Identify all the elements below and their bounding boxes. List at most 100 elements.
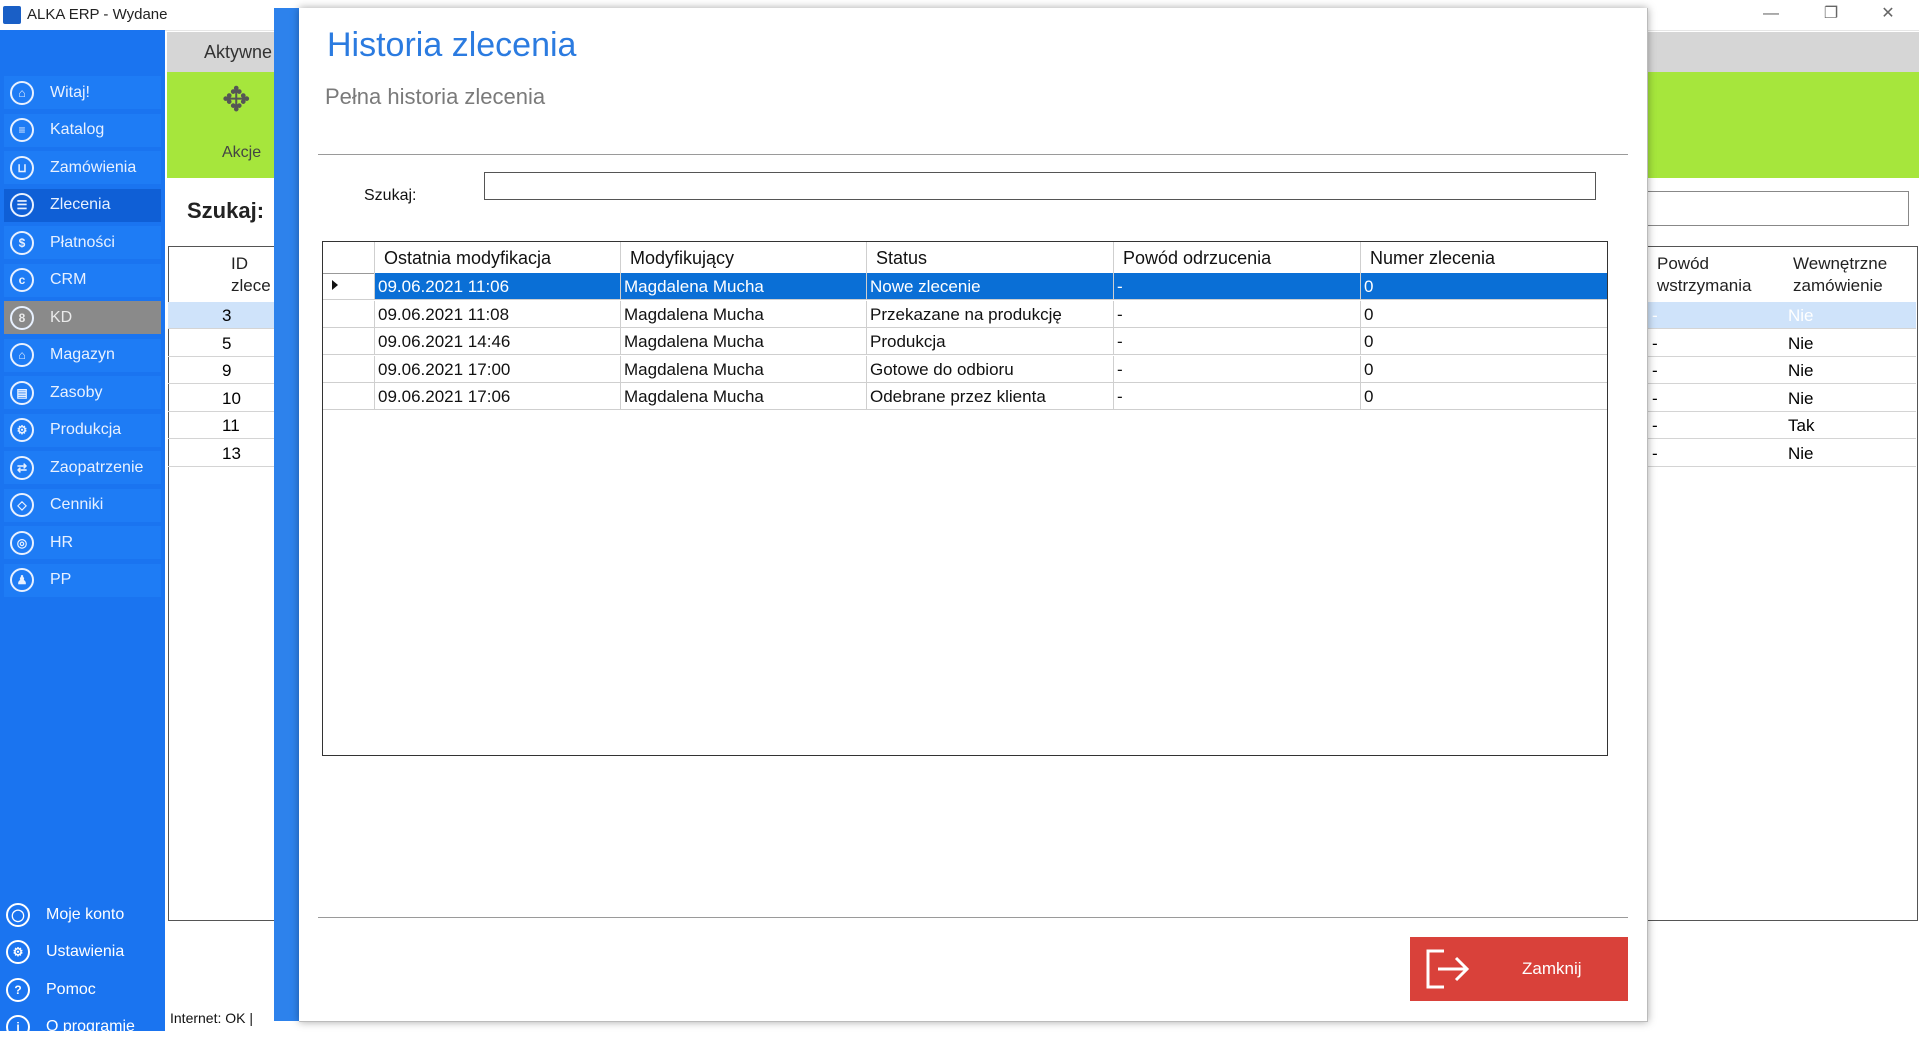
sidebar-item-label: KD [50, 308, 73, 326]
table-row[interactable]: 09.06.2021 14:46 Magdalena Mucha Produkcja… [323, 328, 1607, 355]
sidebar-item-hr[interactable]: ◎ HR [4, 526, 161, 559]
sidebar-item-label: HR [50, 533, 74, 551]
cell-modified-by: Magdalena Mucha [624, 359, 764, 379]
sidebar-item-label: Katalog [50, 121, 105, 138]
user-icon: ◯ [6, 902, 30, 927]
production-icon: ⚙ [10, 418, 34, 442]
sidebar-item-label: Witaj! [50, 83, 90, 101]
minimize-button[interactable]: — [1743, 0, 1799, 30]
sidebar-item-label: Zasoby [50, 383, 103, 401]
cell-internal-order: Nie [1788, 361, 1814, 380]
cell-internal-order: Nie [1788, 333, 1814, 353]
column-header-internal-order[interactable]: Wewnętrzne zamówienie [1793, 253, 1887, 297]
cell-pause-reason: - [1652, 388, 1658, 408]
close-dialog-button[interactable]: Zamknij [1410, 937, 1628, 1001]
sidebar-item-zam-wienia[interactable]: ⊔ Zamówienia [4, 151, 161, 184]
sidebar-item-moje-konto[interactable]: ◯ Moje konto [0, 898, 165, 931]
cell-order-number: 0 [1364, 277, 1374, 296]
cell-internal-order: Nie [1788, 443, 1814, 463]
sidebar-item-cenniki[interactable]: ◇ Cenniki [4, 488, 161, 522]
sidebar-item-crm[interactable]: c CRM [4, 263, 161, 297]
cell-status: Przekazane na produkcję [870, 304, 1062, 324]
column-header-last-modified[interactable]: Ostatnia modyfikacja [384, 248, 551, 269]
cell-id: 3 [222, 306, 232, 325]
cart-icon: ⊔ [10, 155, 34, 180]
dollar-icon: $ [10, 230, 34, 255]
cell-id: 9 [222, 361, 232, 380]
sidebar-item-ustawienia[interactable]: ⚙ Ustawienia [0, 936, 165, 969]
sidebar-item-label: Pomoc [46, 980, 96, 998]
settings-icon: ⚙ [6, 940, 30, 964]
sidebar: ⌂ Witaj! ≡ Katalog ⊔ Zamówienia ☰ Zlecenia $ Płat… [0, 30, 165, 1039]
ribbon-actions-label[interactable]: Akcje [222, 144, 261, 162]
app-logo-icon [3, 6, 21, 24]
cell-modified-by: Magdalena Mucha [624, 387, 764, 406]
sidebar-item-witaj[interactable]: ⌂ Witaj! [4, 76, 161, 109]
close-window-button[interactable]: ✕ [1860, 0, 1916, 30]
person-icon: 8 [10, 305, 34, 330]
cell-order-number: 0 [1364, 359, 1374, 379]
cell-rejection-reason: - [1117, 359, 1123, 379]
sidebar-item-label: O programie [46, 1018, 135, 1035]
cell-pause-reason: - [1652, 306, 1658, 325]
sidebar-item-zasoby[interactable]: ▤ Zasoby [4, 376, 161, 409]
tab-active[interactable]: Aktywne [204, 42, 272, 63]
sidebar-item-p-atno-ci[interactable]: $ Płatności [4, 226, 161, 259]
sidebar-item-label: Zamówienia [50, 158, 137, 176]
table-row[interactable]: 09.06.2021 17:00 Magdalena Mucha Gotowe do… [323, 355, 1607, 383]
sidebar-item-zaopatrzenie[interactable]: ⇄ Zaopatrzenie [4, 451, 161, 484]
sidebar-item-produkcja[interactable]: ⚙ Produkcja [4, 413, 161, 447]
table-row[interactable]: 09.06.2021 17:06 Magdalena Mucha Odebrane … [323, 383, 1607, 410]
modal-accent-bar [274, 8, 299, 1021]
cell-internal-order: Nie [1788, 306, 1814, 325]
cell-last-modified: 09.06.2021 17:00 [378, 359, 511, 379]
cell-id: 13 [222, 443, 241, 463]
cell-status: Nowe zlecenie [870, 277, 981, 296]
search-input[interactable] [484, 172, 1596, 200]
sidebar-item-katalog[interactable]: ≡ Katalog [4, 113, 161, 147]
cell-order-number: 0 [1364, 387, 1374, 406]
cell-pause-reason: - [1652, 443, 1658, 463]
table-row[interactable]: 09.06.2021 11:08 Magdalena Mucha Przekazan… [323, 300, 1607, 328]
sidebar-item-kd[interactable]: 8 KD [4, 301, 161, 334]
sidebar-item-pp[interactable]: ♟ PP [4, 563, 161, 597]
cell-status: Gotowe do odbioru [870, 359, 1014, 379]
tag-icon: ◇ [10, 493, 34, 517]
move-arrows-icon[interactable]: ✥ [222, 80, 251, 120]
supply-truck-icon: ⇄ [10, 455, 34, 480]
column-header-rejection-reason[interactable]: Powód odrzucenia [1123, 248, 1271, 269]
column-header-modified-by[interactable]: Modyfikujący [630, 248, 734, 269]
cell-last-modified: 09.06.2021 11:06 [378, 277, 510, 296]
sidebar-item-o-programie[interactable]: i O programie [0, 1011, 165, 1044]
column-header-pause-reason[interactable]: Powód wstrzymania [1657, 253, 1751, 297]
home-icon: ⌂ [10, 80, 34, 105]
sidebar-item-label: Produkcja [50, 421, 122, 438]
info-icon: i [6, 1015, 30, 1039]
cell-rejection-reason: - [1117, 332, 1123, 351]
cell-order-number: 0 [1364, 332, 1374, 351]
search-label: Szukaj: [364, 187, 417, 204]
cell-rejection-reason: - [1117, 304, 1123, 324]
cell-id: 5 [222, 333, 232, 353]
cell-status: Produkcja [870, 332, 946, 351]
cell-rejection-reason: - [1117, 277, 1123, 296]
internet-status: Internet: OK | [170, 1010, 254, 1026]
sidebar-item-label: Zlecenia [50, 196, 111, 213]
column-header-status[interactable]: Status [876, 248, 927, 269]
warehouse-icon: ⌂ [10, 343, 34, 367]
history-grid: Ostatnia modyfikacja Modyfikujący Status… [322, 241, 1608, 756]
cell-last-modified: 09.06.2021 17:06 [378, 387, 511, 406]
column-header-id[interactable]: ID zlece [231, 253, 271, 297]
exit-icon [1426, 949, 1470, 989]
cell-rejection-reason: - [1117, 387, 1123, 406]
help-icon: ? [6, 977, 30, 1002]
divider-bottom [318, 917, 1628, 918]
table-row[interactable]: 09.06.2021 11:06 Magdalena Mucha Nowe zlec… [323, 273, 1607, 300]
sidebar-item-magazyn[interactable]: ⌂ Magazyn [4, 338, 161, 372]
column-header-order-number[interactable]: Numer zlecenia [1370, 248, 1495, 269]
sidebar-item-label: Płatności [50, 233, 115, 251]
restore-button[interactable]: ❐ [1803, 0, 1859, 30]
background-search-label: Szukaj: [187, 198, 265, 223]
sidebar-item-zlecenia[interactable]: ☰ Zlecenia [4, 188, 161, 222]
sidebar-item-pomoc[interactable]: ? Pomoc [0, 973, 165, 1006]
